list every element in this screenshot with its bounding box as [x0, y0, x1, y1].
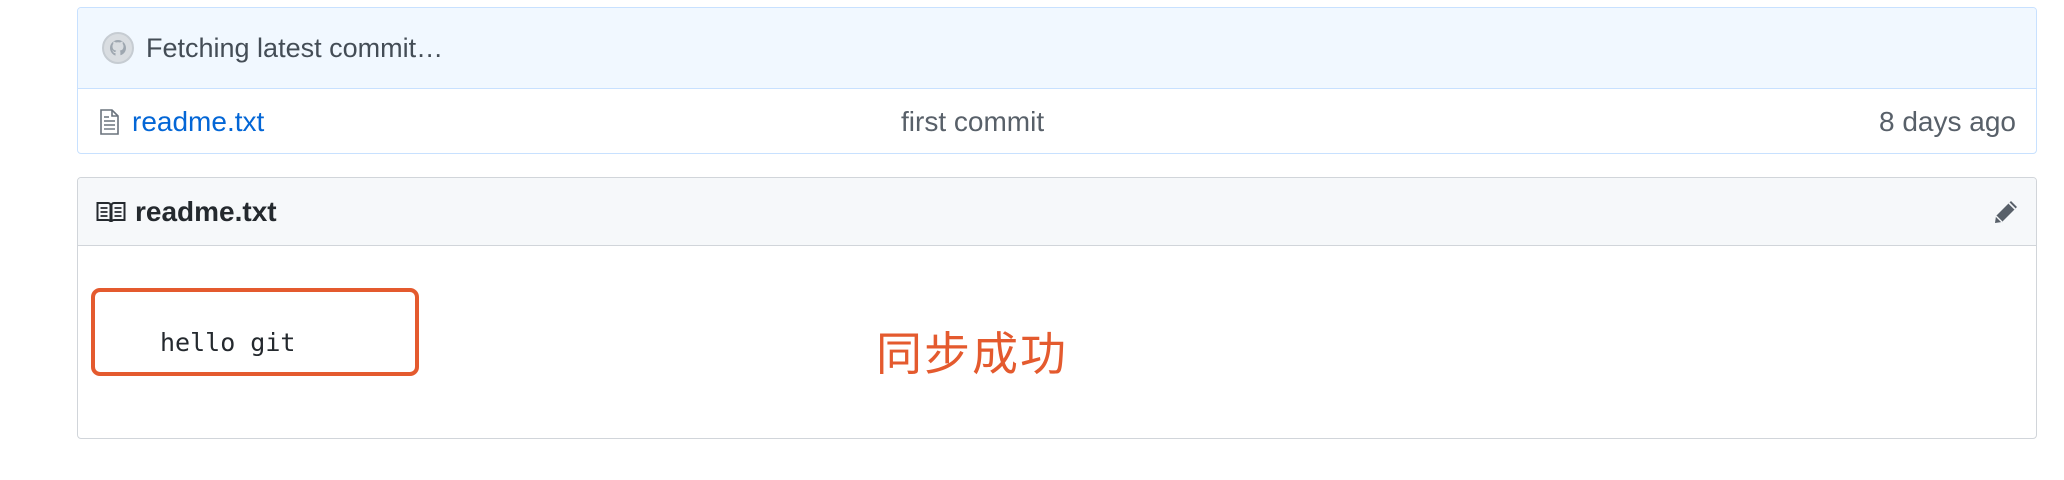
annotation-label: 同步成功 [876, 327, 1068, 381]
book-icon [96, 200, 126, 224]
commit-status-text: Fetching latest commit… [146, 32, 444, 63]
commit-message-link[interactable]: first commit [901, 106, 1044, 138]
file-navigation-box: Fetching latest commit… readme.txt first… [77, 7, 2037, 154]
commit-tease: Fetching latest commit… [78, 8, 2036, 89]
readme-title: readme.txt [135, 195, 277, 227]
edit-file-button[interactable] [1990, 196, 2022, 228]
readme-header: readme.txt [78, 178, 2036, 246]
file-text-icon [98, 108, 120, 136]
file-row[interactable]: readme.txt first commit 8 days ago [78, 89, 2036, 153]
github-octocat-icon [102, 32, 134, 64]
annotation-highlight-box [91, 288, 419, 376]
commit-age: 8 days ago [1879, 105, 2016, 137]
file-name-link[interactable]: readme.txt [132, 106, 264, 138]
pencil-icon [1995, 201, 2017, 223]
